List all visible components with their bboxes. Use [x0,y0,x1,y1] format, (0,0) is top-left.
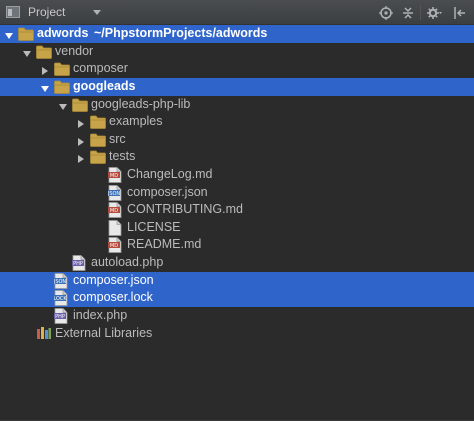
panel-title[interactable]: Project [28,5,65,19]
tree-row-label: composer [73,61,128,75]
tree-row-label: tests [109,149,136,163]
tree-row[interactable]: MD CONTRIBUTING.md [0,201,474,219]
expand-arrow-right-icon[interactable] [76,152,86,163]
hide-pin-icon[interactable] [452,5,468,21]
folder-icon [36,45,52,59]
folder-icon [54,62,70,76]
expand-arrow-down-icon[interactable] [40,82,50,92]
tree-row[interactable]: LOCK composer.lock [0,289,474,307]
tree-row-label: CONTRIBUTING.md [127,202,243,216]
project-icon [6,6,20,18]
project-toolbar: Project [0,0,474,25]
svg-text:MD: MD [110,173,118,179]
tree-row-label: External Libraries [55,326,153,340]
toolbar-separator [420,5,421,20]
text-file-icon [108,220,124,236]
tree-row[interactable]: LICENSE [0,219,474,237]
php-file-icon: PHP [72,255,88,271]
locate-target-icon[interactable] [378,5,394,21]
tree-row-label: composer.lock [73,290,153,304]
svg-text:MD: MD [110,243,118,249]
tree-row[interactable]: JSON composer.json [0,184,474,202]
expand-arrow-right-icon[interactable] [40,64,50,75]
expand-arrow-down-icon[interactable] [22,47,32,57]
tree-row-label: README.md [127,237,202,251]
tree-row-label: src [109,132,126,146]
tree-row-label: googleads-php-lib [91,97,191,111]
tree-row[interactable]: src [0,131,474,149]
folder-icon [90,150,106,164]
tree-row[interactable]: tests [0,148,474,166]
expand-arrow-right-icon[interactable] [76,135,86,146]
lock-file-icon: LOCK [53,290,70,306]
json-file-icon: JSON [53,273,70,289]
tree-row-path: ~/PhpstormProjects/adwords [94,26,268,40]
expand-arrow-down-icon[interactable] [4,29,14,39]
folder-icon [54,80,70,94]
tree-row-label: LICENSE [127,220,181,234]
tree-row-label: composer.json [127,185,208,199]
collapse-all-icon[interactable] [400,5,416,21]
tree-row[interactable]: External Libraries [0,325,474,343]
markdown-file-icon: MD [108,237,124,253]
expand-arrow-down-icon[interactable] [58,100,68,110]
svg-text:JSON: JSON [108,191,120,197]
tree-row[interactable]: adwords ~/PhpstormProjects/adwords [0,25,474,43]
folder-icon [72,98,88,112]
tree-row-label: examples [109,114,163,128]
json-file-icon: JSON [107,185,124,201]
svg-text:MD: MD [110,208,118,214]
tree-row[interactable]: vendor [0,43,474,61]
tree-row[interactable]: MD ChangeLog.md [0,166,474,184]
external-libraries-icon [36,326,52,340]
tree-row[interactable]: PHP index.php [0,307,474,325]
tree-row[interactable]: composer [0,60,474,78]
php-file-icon: PHP [54,308,70,324]
tree-row-label: autoload.php [91,255,164,269]
tree-row[interactable]: googleads-php-lib [0,96,474,114]
tree-row-label: composer.json [73,273,154,287]
tree-row[interactable]: JSON composer.json [0,272,474,290]
folder-icon [90,115,106,129]
tree-row-label: vendor [55,44,94,58]
svg-text:PHP: PHP [55,314,65,320]
folder-icon [18,27,34,41]
tree-row[interactable]: googleads [0,78,474,96]
expand-arrow-right-icon[interactable] [76,117,86,128]
tree-row[interactable]: MD README.md [0,236,474,254]
markdown-file-icon: MD [108,167,124,183]
folder-icon [90,133,106,147]
tree-row[interactable]: PHP autoload.php [0,254,474,272]
tree-row-label: googleads [73,79,136,93]
svg-text:LOCK: LOCK [54,296,67,302]
tree-row-label: index.php [73,308,128,322]
project-tree[interactable]: adwords ~/PhpstormProjects/adwords vendor c… [0,25,474,421]
svg-text:PHP: PHP [73,261,83,267]
tree-row-label: ChangeLog.md [127,167,213,181]
dropdown-arrow-icon[interactable] [91,6,103,18]
markdown-file-icon: MD [108,202,124,218]
tree-row-label: adwords [37,26,89,40]
tree-row[interactable]: examples [0,113,474,131]
gear-icon[interactable] [426,5,442,21]
svg-text:JSON: JSON [54,279,66,285]
